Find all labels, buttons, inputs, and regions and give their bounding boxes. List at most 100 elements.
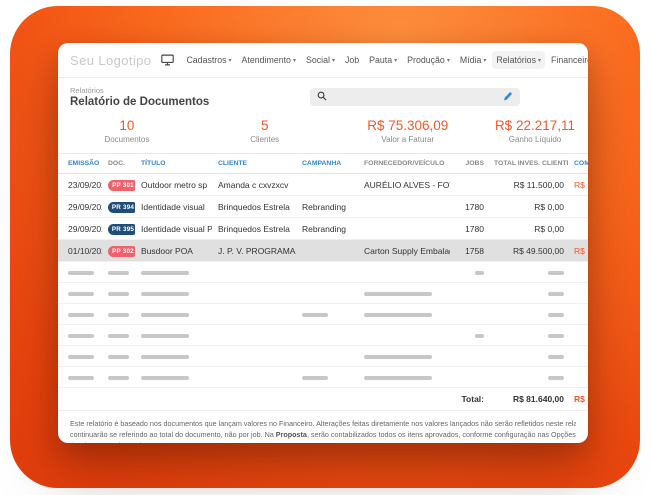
cell-campanha: Rebranding	[296, 218, 358, 240]
column-label: COM. D	[574, 160, 588, 167]
page-title: Relatório de Documentos	[70, 96, 209, 108]
nav-item-producao[interactable]: Produção▾	[403, 51, 454, 69]
doc-badge[interactable]: PP 302	[108, 246, 135, 257]
column-header-campanha[interactable]: CAMPANHA	[296, 154, 358, 174]
doc-badge[interactable]: PR 395	[108, 224, 135, 235]
nav-item-label: Social	[306, 55, 330, 65]
column-label: DOC.	[108, 160, 125, 167]
skeleton-cell	[358, 283, 450, 304]
skeleton-cell	[296, 325, 358, 346]
cell-jobs: 1780	[450, 196, 488, 218]
column-header-cliente[interactable]: CLIENTE	[212, 154, 296, 174]
doc-badge[interactable]: PP 301	[108, 180, 135, 191]
cell-doc: PR 394	[102, 196, 135, 218]
table-row[interactable]: 01/10/2025 PP 302 Busdoor POA J. P. V. P…	[58, 240, 588, 262]
cell-total: R$ 0,00	[488, 218, 568, 240]
sort-desc-icon: ▼	[101, 160, 102, 166]
search-bar[interactable]	[310, 88, 520, 106]
nav-item-label: Pauta	[369, 55, 392, 65]
skeleton-bar	[108, 271, 129, 275]
cell-fornecedor: Carton Supply Embalagens	[358, 240, 450, 262]
nav-item-relatorios[interactable]: Relatórios▾	[492, 51, 545, 69]
skeleton-bar	[108, 313, 129, 317]
nav-item-job[interactable]: Job	[341, 51, 363, 69]
skeleton-cell	[488, 346, 568, 367]
stat-value: R$ 22.217,11	[482, 118, 588, 133]
skeleton-cell	[450, 367, 488, 388]
skeleton-cell	[568, 262, 588, 283]
table-row-skeleton	[58, 367, 588, 388]
skeleton-bar	[364, 376, 432, 380]
skeleton-bar	[108, 376, 129, 380]
skeleton-bar	[141, 313, 189, 317]
skeleton-bar	[475, 271, 484, 275]
skeleton-bar	[548, 313, 564, 317]
nav-item-label: Mídia	[460, 55, 482, 65]
column-header-titulo[interactable]: TÍTULO	[135, 154, 212, 174]
nav-item-social[interactable]: Social▾	[302, 51, 339, 69]
cell-total: R$ 0,00	[488, 196, 568, 218]
table-row-skeleton	[58, 283, 588, 304]
table-row[interactable]: 29/09/2025 PR 395 Identidade visual PR2 …	[58, 218, 588, 240]
skeleton-cell	[450, 283, 488, 304]
nav-item-label: Produção	[407, 55, 445, 65]
column-header-emissao[interactable]: EMISSÃO▼	[58, 154, 102, 174]
cell-emissao: 01/10/2025	[58, 240, 102, 262]
skeleton-bar	[141, 355, 189, 359]
doc-badge[interactable]: PR 394	[108, 202, 135, 213]
column-header-total-inves[interactable]: TOTAL INVES. CLIENTEi	[488, 154, 568, 174]
column-header-jobs[interactable]: JOBS	[450, 154, 488, 174]
table-row[interactable]: 29/09/2025 PR 394 Identidade visual Brin…	[58, 196, 588, 218]
skeleton-bar	[68, 271, 94, 275]
skeleton-cell	[102, 367, 135, 388]
cell-total: R$ 49.500,00	[488, 240, 568, 262]
skeleton-cell	[296, 283, 358, 304]
cell-doc: PP 301	[102, 174, 135, 196]
edit-pencil-icon[interactable]	[503, 88, 513, 106]
stat-label: Documentos	[58, 135, 196, 144]
skeleton-bar	[364, 292, 432, 296]
table-footer-body: Total: R$ 81.640,00 R$	[58, 388, 588, 411]
skeleton-cell	[58, 367, 102, 388]
nav-item-pauta[interactable]: Pauta▾	[365, 51, 401, 69]
top-nav: Seu Logotipo Cadastros▾ Atendimento▾ Soc…	[58, 43, 588, 78]
skeleton-cell	[488, 283, 568, 304]
skeleton-cell	[212, 346, 296, 367]
column-header-com[interactable]: COM. D	[568, 154, 588, 174]
skeleton-cell	[102, 283, 135, 304]
skeleton-cell	[296, 367, 358, 388]
total-overflow-value: R$	[568, 388, 588, 411]
table-row[interactable]: 23/09/2025 PP 301 Outdoor metro sp Amand…	[58, 174, 588, 196]
footer-line1: Este relatório é baseado nos documentos …	[70, 418, 576, 429]
chevron-down-icon: ▾	[293, 58, 296, 64]
skeleton-bar	[364, 313, 432, 317]
desktop-icon[interactable]	[161, 54, 174, 66]
column-label: TÍTULO	[141, 160, 166, 167]
column-label: CAMPANHA	[302, 160, 341, 167]
nav-item-midia[interactable]: Mídia▾	[456, 51, 491, 69]
column-header-doc[interactable]: DOC.	[102, 154, 135, 174]
skeleton-cell	[568, 283, 588, 304]
stat-value: 10	[58, 118, 196, 133]
skeleton-bar	[108, 355, 129, 359]
skeleton-cell	[135, 262, 212, 283]
skeleton-cell	[135, 283, 212, 304]
cell-campanha: Rebranding	[296, 196, 358, 218]
nav-item-financeiro[interactable]: Financeiro▾	[547, 51, 588, 69]
nav-item-atendimento[interactable]: Atendimento▾	[238, 51, 300, 69]
column-header-fornecedor[interactable]: FORNECEDOR/VEÍCULO	[358, 154, 450, 174]
skeleton-cell	[488, 325, 568, 346]
search-input[interactable]	[332, 92, 498, 103]
nav-item-cadastros[interactable]: Cadastros▾	[182, 51, 235, 69]
chevron-down-icon: ▾	[332, 58, 335, 64]
skeleton-cell	[450, 346, 488, 367]
cell-jobs: 1780	[450, 218, 488, 240]
cell-emissao: 29/09/2025	[58, 196, 102, 218]
cell-com: R$	[568, 174, 588, 196]
nav-item-label: Atendimento	[242, 55, 291, 65]
cell-cliente: Amanda c cxvzxcv	[212, 174, 296, 196]
chevron-down-icon: ▾	[229, 58, 232, 64]
cell-total: R$ 11.500,00	[488, 174, 568, 196]
stat-value: 5	[196, 118, 334, 133]
skeleton-cell	[212, 325, 296, 346]
